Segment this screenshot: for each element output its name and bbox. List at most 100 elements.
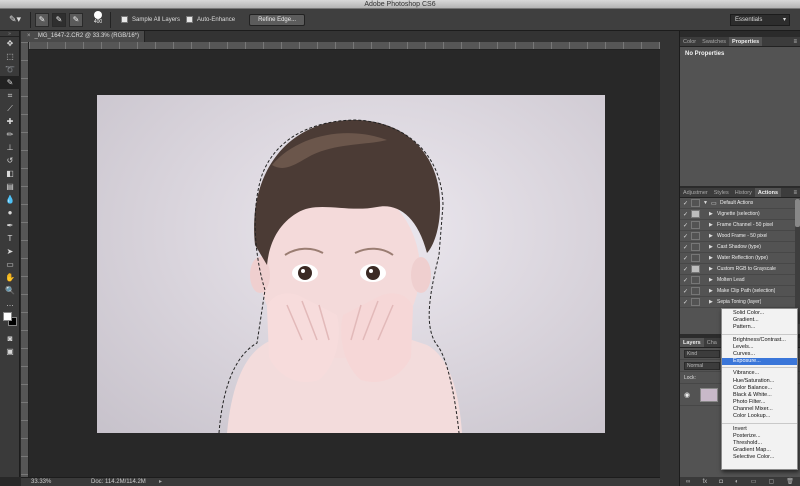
- menu-item-exposure[interactable]: Exposure...: [722, 358, 797, 366]
- checkmark-icon[interactable]: ✓: [680, 266, 691, 273]
- panel-menu-icon[interactable]: ≡: [793, 188, 800, 197]
- auto-enhance-checkbox[interactable]: Auto-Enhance: [186, 16, 235, 23]
- action-row[interactable]: ✓ ▶ Molten Lead: [680, 275, 800, 286]
- tab-history[interactable]: History: [732, 188, 755, 197]
- tab-swatches[interactable]: Swatches: [699, 37, 729, 46]
- menu-item-curves[interactable]: Curves...: [722, 351, 797, 358]
- brush-tool-icon[interactable]: ✏: [0, 128, 20, 141]
- triangle-right-icon[interactable]: ▶: [709, 299, 717, 305]
- menu-item-color-lookup[interactable]: Color Lookup...: [722, 413, 797, 420]
- close-icon[interactable]: ×: [27, 33, 31, 39]
- modal-toggle[interactable]: [691, 221, 700, 229]
- modal-toggle[interactable]: [691, 243, 700, 251]
- zoom-level[interactable]: 33.33%: [31, 478, 51, 486]
- modal-toggle[interactable]: [691, 265, 700, 273]
- type-tool-icon[interactable]: T: [0, 232, 20, 245]
- refine-edge-button[interactable]: Refine Edge...: [249, 13, 306, 26]
- gradient-tool-icon[interactable]: ▤: [0, 180, 20, 193]
- spot-healing-tool-icon[interactable]: ✚: [0, 115, 20, 128]
- checkmark-icon[interactable]: ✓: [680, 277, 691, 284]
- menu-item-color-balance[interactable]: Color Balance...: [722, 385, 797, 392]
- checkmark-icon[interactable]: ✓: [680, 211, 691, 218]
- menu-item-hue-saturation[interactable]: Hue/Saturation...: [722, 378, 797, 385]
- mask-icon[interactable]: ◘: [719, 479, 723, 485]
- menu-item-pattern[interactable]: Pattern...: [722, 324, 797, 331]
- more-tools-icon[interactable]: …: [0, 297, 20, 310]
- tool-preset-picker[interactable]: ✎▾: [4, 11, 26, 29]
- sample-all-layers-checkbox[interactable]: Sample All Layers: [121, 16, 180, 23]
- link-icon[interactable]: ∞: [686, 479, 690, 485]
- actions-scrollbar[interactable]: [795, 199, 800, 324]
- adjustment-layer-icon[interactable]: ◐: [735, 479, 739, 485]
- history-brush-tool-icon[interactable]: ↺: [0, 154, 20, 167]
- modal-toggle[interactable]: [691, 298, 700, 306]
- action-row[interactable]: ✓ ▶ Vignette (selection): [680, 209, 800, 220]
- new-selection-button[interactable]: ✎: [35, 12, 49, 27]
- chevron-right-icon[interactable]: ▸: [159, 478, 162, 486]
- checkmark-icon[interactable]: ✓: [680, 200, 691, 207]
- tab-color[interactable]: Color: [680, 37, 699, 46]
- menu-item-channel-mixer[interactable]: Channel Mixer...: [722, 406, 797, 413]
- tab-channels[interactable]: Cha: [704, 338, 720, 347]
- vertical-ruler[interactable]: [21, 42, 29, 477]
- checkmark-icon[interactable]: ✓: [680, 222, 691, 229]
- triangle-right-icon[interactable]: ▶: [709, 277, 717, 283]
- path-selection-tool-icon[interactable]: ➤: [0, 245, 20, 258]
- triangle-right-icon[interactable]: ▶: [709, 244, 717, 250]
- color-swatches[interactable]: [0, 310, 19, 332]
- menu-item-posterize[interactable]: Posterize...: [722, 433, 797, 440]
- layer-kind-filter[interactable]: Kind: [684, 349, 720, 358]
- modal-toggle[interactable]: [691, 199, 700, 207]
- triangle-right-icon[interactable]: ▶: [709, 288, 717, 294]
- menu-item-levels[interactable]: Levels...: [722, 344, 797, 351]
- eraser-tool-icon[interactable]: ◧: [0, 167, 20, 180]
- tab-adjustments[interactable]: Adjustmer: [680, 188, 711, 197]
- dodge-tool-icon[interactable]: ●: [0, 206, 20, 219]
- menu-item-photo-filter[interactable]: Photo Filter...: [722, 399, 797, 406]
- pen-tool-icon[interactable]: ✒: [0, 219, 20, 232]
- rectangle-tool-icon[interactable]: ▭: [0, 258, 20, 271]
- tab-properties[interactable]: Properties: [729, 37, 763, 46]
- action-row[interactable]: ✓ ▶ Cast Shadow (type): [680, 242, 800, 253]
- modal-toggle[interactable]: [691, 254, 700, 262]
- menu-item-threshold[interactable]: Threshold...: [722, 440, 797, 447]
- fx-icon[interactable]: fx: [702, 479, 707, 485]
- tab-layers[interactable]: Layers: [680, 338, 704, 347]
- menu-item-gradient-map[interactable]: Gradient Map...: [722, 447, 797, 454]
- checkmark-icon[interactable]: ✓: [680, 233, 691, 240]
- menu-item-solid-color[interactable]: Solid Color...: [722, 310, 797, 317]
- blur-tool-icon[interactable]: 💧: [0, 193, 20, 206]
- action-row[interactable]: ✓ ▶ Frame Channel - 50 pixel: [680, 220, 800, 231]
- modal-toggle[interactable]: [691, 287, 700, 295]
- new-layer-icon[interactable]: ▢: [768, 478, 774, 485]
- tab-styles[interactable]: Styles: [711, 188, 732, 197]
- checkmark-icon[interactable]: ✓: [680, 244, 691, 251]
- eyedropper-tool-icon[interactable]: ⟋: [0, 102, 20, 115]
- trash-icon[interactable]: 🗑: [786, 478, 794, 485]
- checkmark-icon[interactable]: ✓: [680, 299, 691, 306]
- lasso-tool-icon[interactable]: ➰: [0, 63, 20, 76]
- subtract-from-selection-button[interactable]: ✎: [69, 12, 83, 27]
- marquee-tool-icon[interactable]: ⬚: [0, 50, 20, 63]
- eye-icon[interactable]: ◉: [684, 391, 694, 399]
- quick-mask-icon[interactable]: ◙: [0, 332, 20, 345]
- menu-item-black-white[interactable]: Black & White...: [722, 392, 797, 399]
- crop-tool-icon[interactable]: ⌗: [0, 89, 20, 102]
- modal-toggle[interactable]: [691, 276, 700, 284]
- triangle-right-icon[interactable]: ▶: [709, 233, 717, 239]
- menu-item-vibrance[interactable]: Vibrance...: [722, 370, 797, 377]
- folder-icon[interactable]: ▭: [751, 478, 757, 485]
- triangle-right-icon[interactable]: ▶: [709, 255, 717, 261]
- document-tab[interactable]: × _MG_1647-2.CR2 @ 33.3% (RGB/16*): [21, 31, 145, 42]
- workspace-switcher[interactable]: Essentials ▾: [730, 14, 790, 26]
- menu-item-gradient[interactable]: Gradient...: [722, 317, 797, 324]
- triangle-down-icon[interactable]: ▼: [703, 200, 711, 206]
- menu-item-brightness-contrast[interactable]: Brightness/Contrast...: [722, 337, 797, 344]
- modal-toggle[interactable]: [691, 210, 700, 218]
- triangle-right-icon[interactable]: ▶: [709, 211, 717, 217]
- brush-picker[interactable]: 400: [90, 10, 106, 29]
- tab-actions[interactable]: Actions: [754, 188, 782, 197]
- add-to-selection-button[interactable]: ✎: [52, 12, 66, 27]
- action-row[interactable]: ✓ ▶ Sepia Toning (layer): [680, 297, 800, 308]
- quick-selection-tool-icon[interactable]: ✎: [0, 76, 20, 89]
